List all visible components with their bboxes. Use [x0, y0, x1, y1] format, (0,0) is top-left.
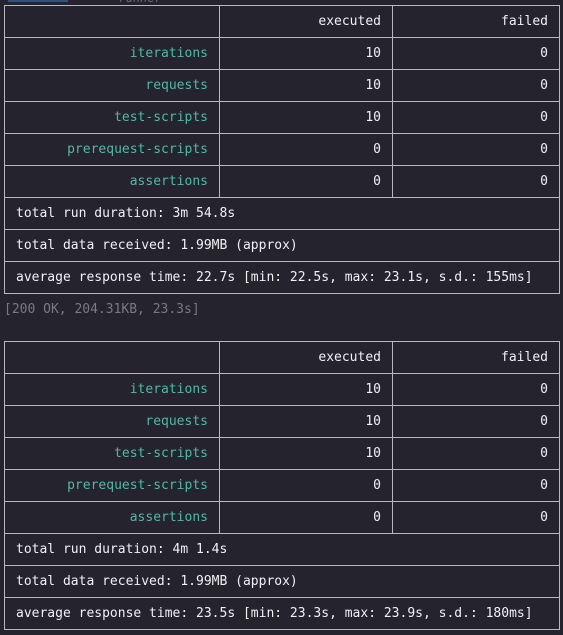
row-label: requests: [4, 405, 220, 438]
row-executed: 0: [219, 165, 393, 198]
row-label: prerequest-scripts: [4, 133, 220, 166]
total-data-received: total data received: 1.99MB (approx): [4, 565, 560, 598]
summary-row: average response time: 23.5s [min: 23.3s…: [4, 597, 560, 630]
run-summary-table-2: executed failed iterations 10 0 requests…: [4, 341, 560, 630]
row-executed: 10: [219, 101, 393, 134]
row-label: assertions: [4, 501, 220, 534]
row-label: prerequest-scripts: [4, 469, 220, 502]
row-failed: 0: [392, 133, 560, 166]
table-row: prerequest-scripts 0 0: [4, 469, 560, 502]
header-failed: failed: [392, 341, 560, 374]
row-failed: 0: [392, 101, 560, 134]
row-failed: 0: [392, 165, 560, 198]
row-failed: 0: [392, 501, 560, 534]
total-data-received: total data received: 1.99MB (approx): [4, 229, 560, 262]
row-label: iterations: [4, 37, 220, 70]
table-row: assertions 0 0: [4, 501, 560, 534]
table-header-row: executed failed: [4, 5, 560, 38]
header-executed: executed: [219, 5, 393, 38]
header-empty-cell: [4, 5, 220, 38]
row-failed: 0: [392, 405, 560, 438]
row-failed: 0: [392, 437, 560, 470]
total-run-duration: total run duration: 3m 54.8s: [4, 197, 560, 230]
row-executed: 10: [219, 405, 393, 438]
row-failed: 0: [392, 373, 560, 406]
table-row: requests 10 0: [4, 69, 560, 102]
table-row: assertions 0 0: [4, 165, 560, 198]
summary-row: total data received: 1.99MB (approx): [4, 229, 560, 262]
table-row: iterations 10 0: [4, 37, 560, 70]
header-empty-cell: [4, 341, 220, 374]
row-failed: 0: [392, 37, 560, 70]
row-executed: 10: [219, 437, 393, 470]
summary-row: total run duration: 4m 1.4s: [4, 533, 560, 566]
table-row: requests 10 0: [4, 405, 560, 438]
row-label: assertions: [4, 165, 220, 198]
row-label: iterations: [4, 373, 220, 406]
header-failed: failed: [392, 5, 560, 38]
row-executed: 10: [219, 69, 393, 102]
row-failed: 0: [392, 469, 560, 502]
table-header-row: executed failed: [4, 341, 560, 374]
row-label: test-scripts: [4, 437, 220, 470]
table-row: test-scripts 10 0: [4, 101, 560, 134]
table-row: iterations 10 0: [4, 373, 560, 406]
row-executed: 0: [219, 133, 393, 166]
summary-row: average response time: 22.7s [min: 22.5s…: [4, 261, 560, 294]
response-status-line: [200 OK, 204.31KB, 23.3s]: [4, 302, 200, 317]
summary-row: total data received: 1.99MB (approx): [4, 565, 560, 598]
row-executed: 10: [219, 373, 393, 406]
row-failed: 0: [392, 69, 560, 102]
table-row: prerequest-scripts 0 0: [4, 133, 560, 166]
average-response-time: average response time: 23.5s [min: 23.3s…: [4, 597, 560, 630]
row-executed: 0: [219, 469, 393, 502]
scroll-highlight: [8, 0, 68, 2]
row-label: requests: [4, 69, 220, 102]
header-executed: executed: [219, 341, 393, 374]
row-executed: 0: [219, 501, 393, 534]
total-run-duration: total run duration: 4m 1.4s: [4, 533, 560, 566]
row-executed: 10: [219, 37, 393, 70]
run-summary-table-1: executed failed iterations 10 0 requests…: [4, 5, 560, 294]
summary-row: total run duration: 3m 54.8s: [4, 197, 560, 230]
average-response-time: average response time: 22.7s [min: 22.5s…: [4, 261, 560, 294]
table-row: test-scripts 10 0: [4, 437, 560, 470]
row-label: test-scripts: [4, 101, 220, 134]
